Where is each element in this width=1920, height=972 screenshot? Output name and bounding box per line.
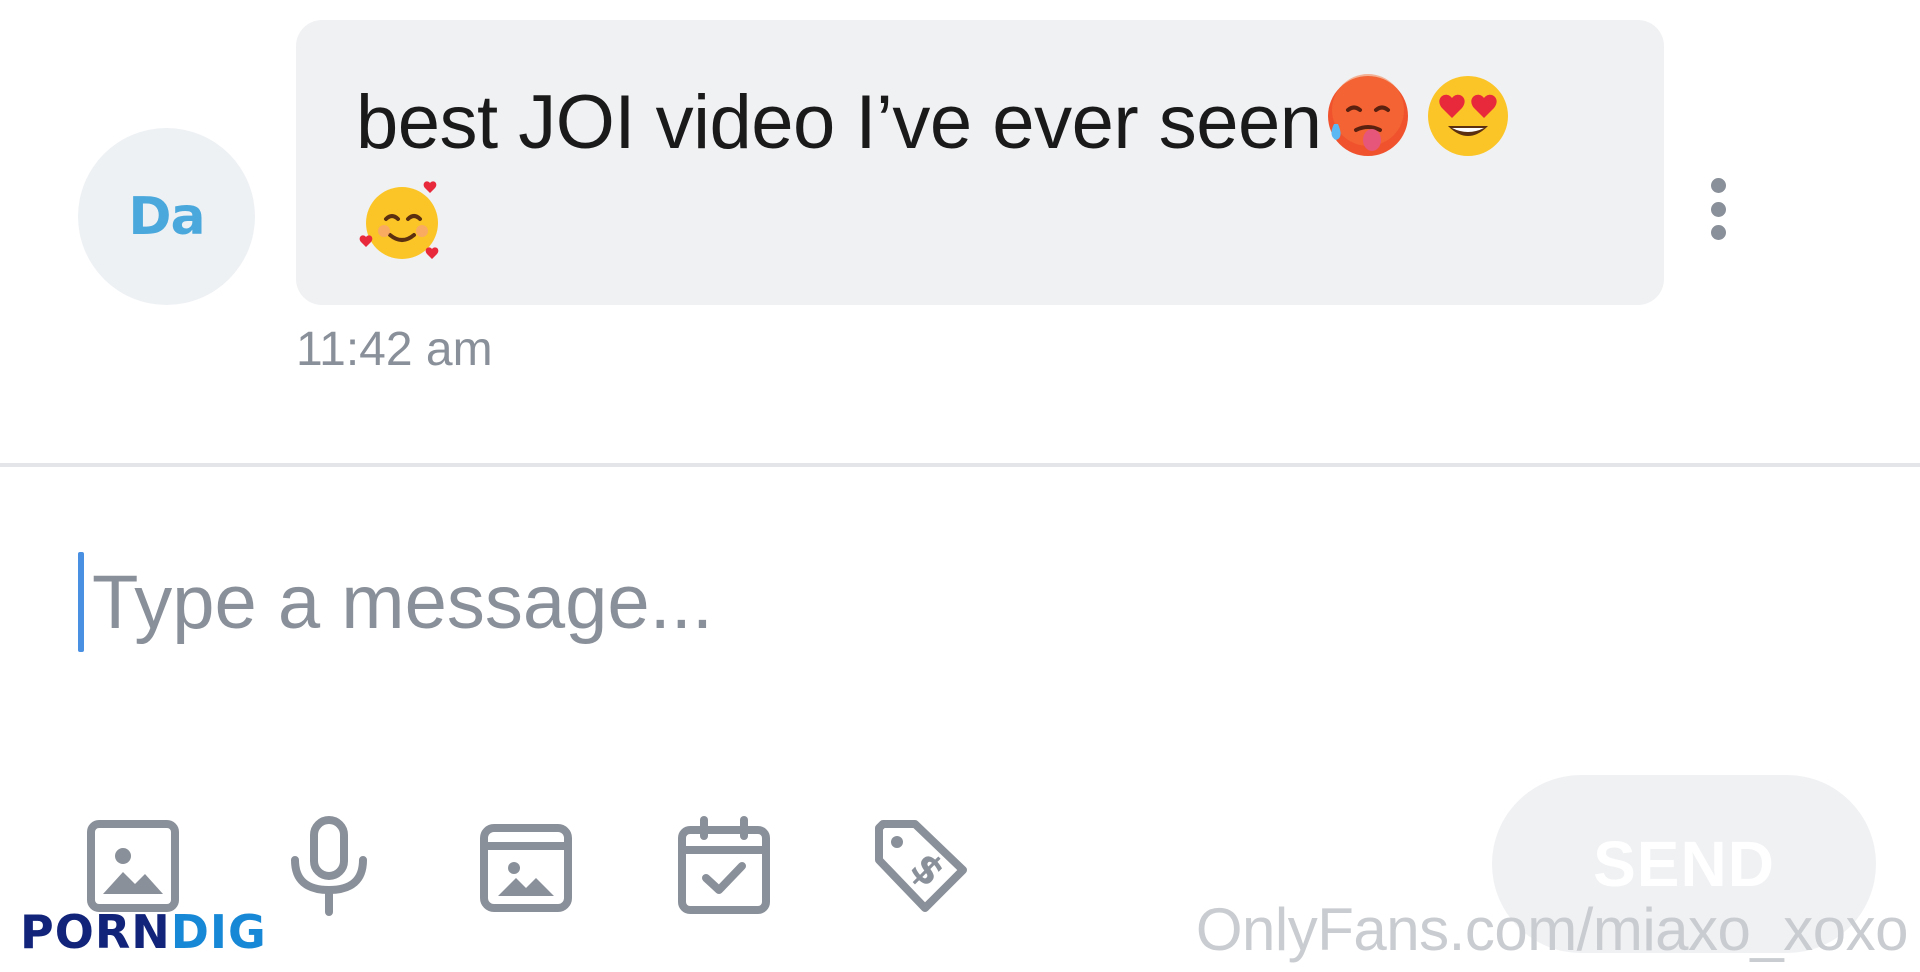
hot-face-emoji [1327,74,1408,156]
calendar-check-icon [678,816,770,914]
image-icon [87,820,179,912]
more-dot-icon [1710,225,1726,240]
composer-divider [0,463,1920,467]
message-text-block: best JOI video I’ve ever seen [356,70,1604,280]
set-price-button[interactable]: $ [871,816,971,916]
watermark-onlyfans: OnlyFans.com/miaxo_xoxo [1195,896,1909,963]
smiling-face-with-hearts-emoji [359,181,439,259]
message-input[interactable] [78,550,1778,654]
message-timestamp: 11:42 am [296,323,493,376]
avatar[interactable]: Da [78,128,255,305]
chat-screen: Da best JOI video I’ve ever seen 11:42 a… [0,0,1920,972]
watermark-porndig: PORNDIG [20,905,267,959]
microphone-icon [291,816,367,916]
message-bubble: best JOI video I’ve ever seen [296,20,1664,305]
more-dot-icon [1710,178,1726,193]
vault-media-button[interactable] [476,816,576,916]
price-tag-icon: $ [875,820,967,912]
message-text: best JOI video I’ve ever seen [356,80,1322,165]
watermark-part-2: DIG [170,905,267,959]
schedule-message-button[interactable] [674,816,774,916]
record-voice-button[interactable] [279,816,379,916]
heart-eyes-emoji [1427,76,1508,156]
gallery-icon [480,824,572,912]
more-dot-icon [1710,201,1726,217]
message-more-options-button[interactable] [1702,178,1734,240]
message-row: Da best JOI video I’ve ever seen 11:42 a… [0,0,1920,400]
watermark-part-1: PORN [20,905,171,959]
attach-image-button[interactable] [83,816,183,916]
